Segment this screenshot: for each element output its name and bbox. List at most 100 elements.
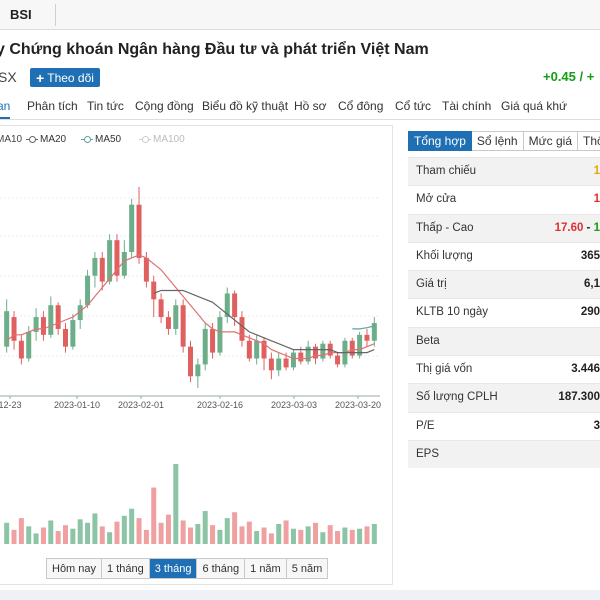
chart-panel: MA10 MA20 MA50 MA100 12-23 2023-01-10 2023… (0, 125, 393, 585)
candle-body (371, 323, 377, 341)
tab-technical-chart[interactable]: Biểu đồ kỹ thuật (202, 99, 288, 113)
candle-body (254, 340, 260, 359)
info-label: Giá trị (416, 278, 447, 291)
tab-profile[interactable]: Hồ sơ (294, 99, 327, 113)
info-label: Số lượng CPLH (416, 391, 498, 404)
brand-label: BSI (10, 7, 32, 22)
volume-bar (48, 520, 54, 544)
volume-bar (107, 532, 113, 544)
volume-bar (55, 531, 61, 544)
volume-bar (188, 527, 193, 544)
candle-body (173, 305, 179, 329)
info-value: 365 (580, 249, 600, 262)
volume-bar (92, 513, 98, 544)
info-value: 3.446 (571, 363, 600, 376)
volume-bar (77, 519, 83, 544)
range-selector: Hôm nay 1 tháng 3 tháng 6 tháng 1 năm 5 … (46, 558, 329, 579)
volume-bar (371, 524, 377, 544)
candle-body (26, 331, 32, 359)
volume-bar (70, 528, 76, 544)
candle-body (210, 328, 216, 353)
candle-body (48, 305, 54, 335)
info-value: 290 (580, 306, 600, 319)
candle-body (232, 293, 238, 318)
candle-body (298, 352, 304, 362)
info-tab-stats[interactable]: Thống (578, 131, 600, 151)
candle-body (276, 358, 282, 371)
price-chart[interactable]: 12-23 2023-01-10 2023-02-01 2023-02-16 2023-… (0, 126, 393, 586)
candle-body (92, 257, 98, 276)
volume-bar (217, 529, 223, 544)
low-high-separator: - (583, 221, 594, 234)
candle-body (335, 355, 341, 365)
follow-label: Theo dõi (47, 70, 94, 85)
info-value: 1 (593, 165, 600, 177)
tab-dividends[interactable]: Cổ tức (395, 99, 431, 113)
info-value: 3 (593, 419, 600, 432)
candle-body (85, 275, 91, 306)
info-row-value: Giá trị 6,1 (408, 270, 600, 299)
price-change: +0.45 / + (543, 69, 595, 84)
candle-body (11, 317, 17, 341)
divider (55, 4, 56, 26)
bottom-strip (0, 590, 600, 600)
tab-news[interactable]: Tin tức (87, 99, 124, 113)
range-3m-button[interactable]: 3 tháng (149, 559, 198, 578)
tab-overview[interactable]: an (0, 99, 10, 113)
info-row-reference: Tham chiếu 1 (408, 157, 600, 186)
candle-body (268, 358, 274, 371)
candle-body (349, 340, 355, 356)
plus-icon: + (36, 69, 45, 86)
info-tab-orderbook[interactable]: Sổ lệnh (471, 131, 524, 151)
range-5y-button[interactable]: 5 năm (286, 559, 328, 578)
info-row-open: Mở cửa 1 (408, 185, 600, 213)
high-value: 1 (593, 221, 600, 234)
info-tab-price-levels[interactable]: Mức giá (523, 131, 578, 151)
tab-price-history[interactable]: Giá quá khứ (501, 99, 567, 113)
volume-bar (18, 518, 24, 544)
volume-bar (40, 527, 46, 544)
candle-body (364, 334, 370, 341)
candle-body (320, 343, 326, 359)
volume-bar (85, 522, 91, 544)
volume-bar (33, 533, 39, 544)
range-1y-button[interactable]: 1 năm (245, 559, 287, 578)
volume-bar (11, 529, 17, 544)
volume-bar (4, 522, 10, 544)
volume-bar (232, 512, 238, 544)
volume-bar (290, 528, 296, 544)
info-value: 1 (593, 193, 600, 206)
x-tick-label: 2023-03-03 (271, 400, 317, 410)
volume-bar (180, 520, 186, 544)
x-tick-label: 2023-02-16 (197, 400, 243, 410)
info-row-beta: Beta (408, 326, 600, 356)
info-row-avg-volume: KLTB 10 ngày 290 (408, 298, 600, 326)
volume-bar (173, 464, 179, 544)
volume-bar (121, 515, 127, 544)
range-today-button[interactable]: Hôm nay (47, 559, 103, 578)
info-label: Mở cửa (416, 193, 457, 206)
tab-financials[interactable]: Tài chính (442, 99, 491, 113)
candle-body (40, 317, 46, 335)
volume-bar (99, 526, 105, 544)
range-6m-button[interactable]: 6 tháng (197, 559, 246, 578)
active-tab-indicator (0, 117, 10, 119)
info-label: P/E (416, 419, 435, 432)
volume-bar (283, 520, 289, 544)
volume-bar (63, 525, 68, 544)
range-1m-button[interactable]: 1 tháng (102, 559, 150, 578)
tab-analysis[interactable]: Phân tích (27, 99, 78, 113)
candle-body (195, 364, 201, 377)
volume-bar (268, 533, 274, 544)
volume-bar (26, 526, 32, 544)
volume-bar (210, 525, 216, 544)
info-tab-summary[interactable]: Tổng hợp (408, 131, 472, 151)
candle-body (63, 328, 68, 347)
info-value: 17.60 - 1 (555, 222, 600, 234)
info-label: Thấp - Cao (416, 221, 474, 234)
x-tick-label: 2023-03-20 (335, 400, 381, 410)
tab-community[interactable]: Cộng đồng (135, 99, 194, 113)
follow-button[interactable]: + Theo dõi (30, 68, 100, 87)
main-tabs: an Phân tích Tin tức Cộng đồng Biểu đồ k… (0, 93, 600, 120)
tab-shareholders[interactable]: Cổ đông (338, 99, 383, 113)
